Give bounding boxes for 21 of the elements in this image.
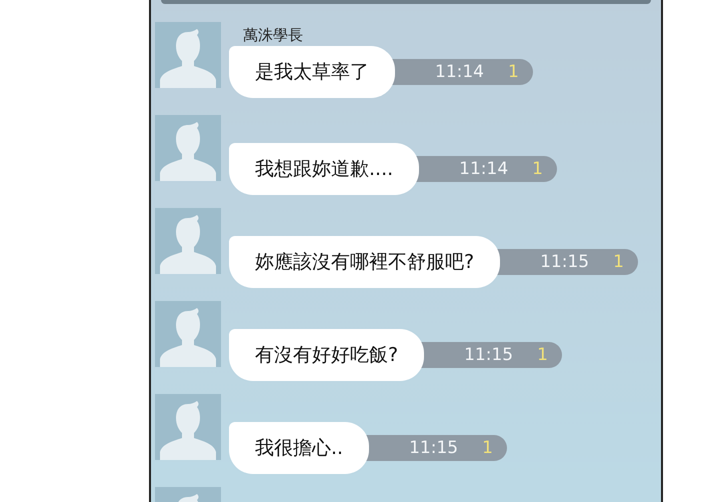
- unread-count: 1: [537, 345, 548, 365]
- message-bubble: 我很擔心..: [229, 422, 370, 474]
- message-bubble: 是我太草率了: [229, 46, 395, 98]
- avatar-icon: [155, 115, 221, 181]
- message-time: 11:14: [459, 159, 508, 179]
- message-bubble: 我想跟妳道歉....: [229, 143, 420, 195]
- unread-count: 1: [532, 159, 543, 179]
- avatar-icon: [155, 22, 221, 88]
- sender-name: 萬洙學長: [243, 26, 304, 46]
- message-time: 11:15: [409, 438, 458, 458]
- message-bubble: 妳應該沒有哪裡不舒服吧?: [229, 236, 500, 288]
- message-time: 11:14: [435, 62, 484, 82]
- unread-count: 1: [482, 438, 493, 458]
- avatar-icon: [155, 301, 221, 367]
- message-bubble: 有沒有好好吃飯?: [229, 329, 424, 381]
- avatar-icon: [155, 394, 221, 460]
- message-time: 11:15: [464, 345, 514, 365]
- message-time: 11:15: [540, 252, 590, 272]
- unread-count: 1: [613, 252, 624, 272]
- unread-count: 1: [508, 62, 519, 82]
- avatar-icon: [155, 208, 221, 274]
